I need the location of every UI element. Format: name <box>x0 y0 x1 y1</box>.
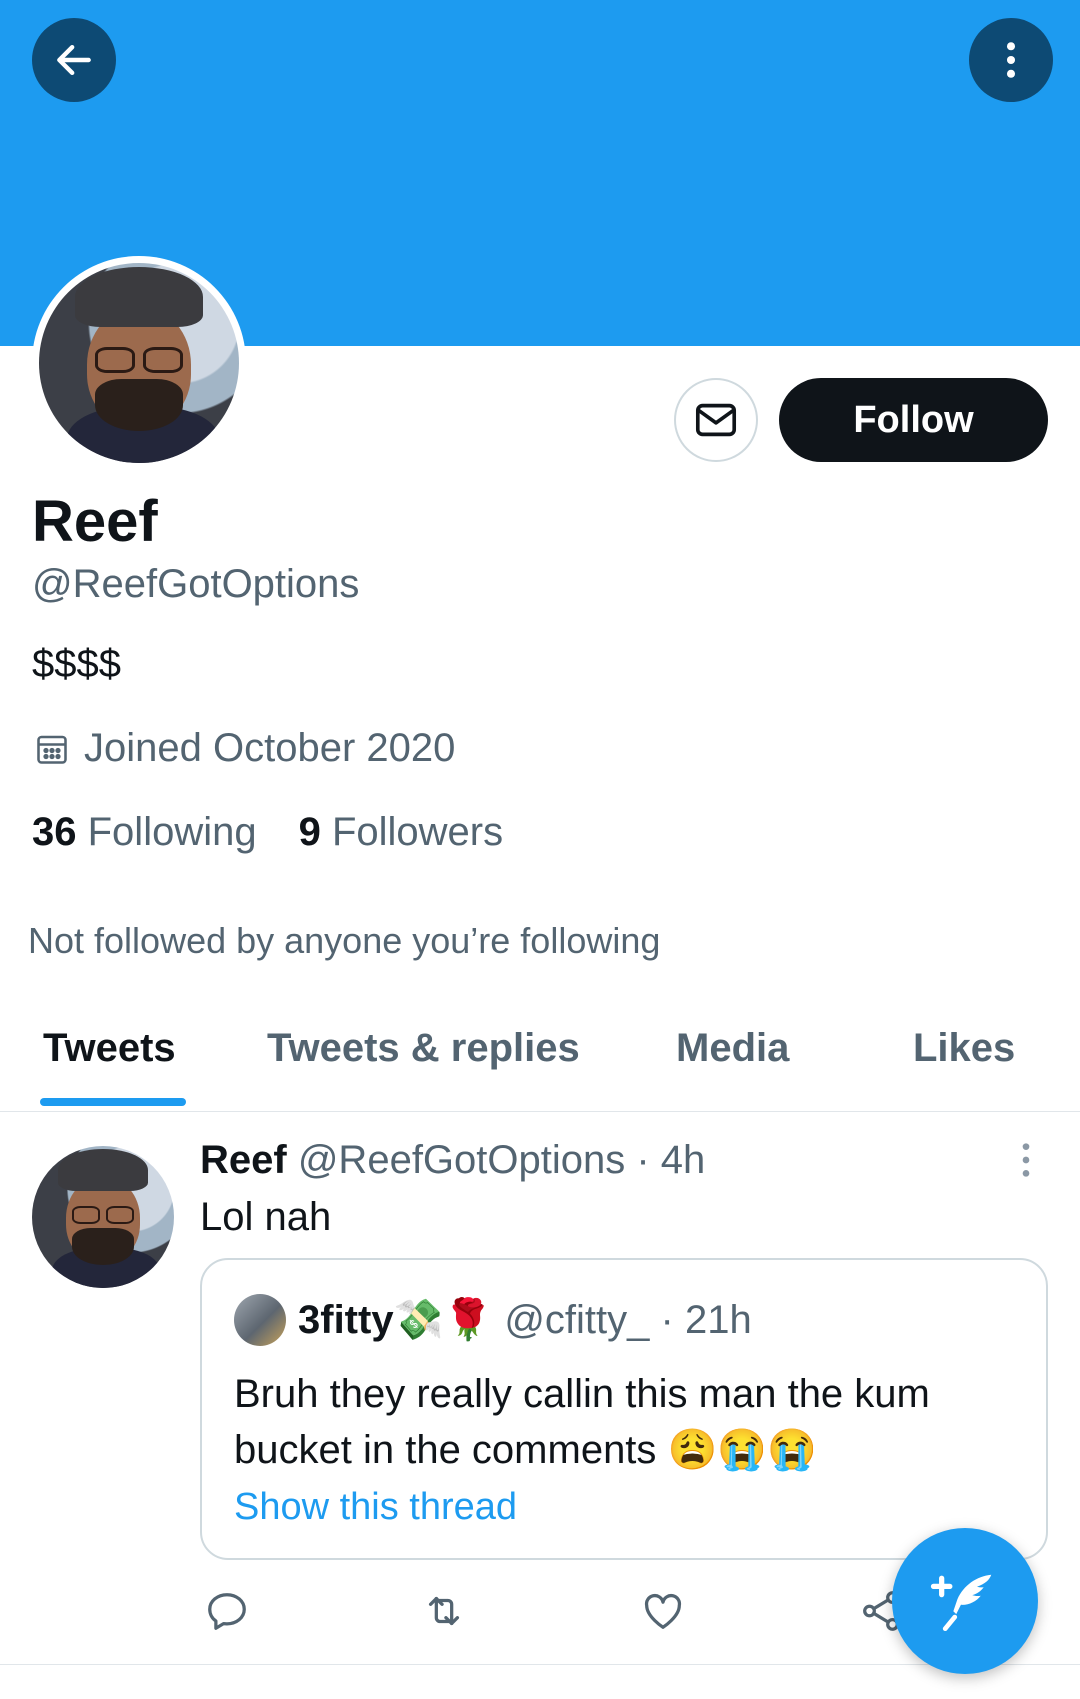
quoted-author-name: 3fitty💸🌹 <box>298 1298 494 1342</box>
tab-tweets-replies[interactable]: Tweets & replies <box>267 1026 580 1071</box>
profile-handle: @ReefGotOptions <box>32 562 360 606</box>
show-thread-link[interactable]: Show this thread <box>234 1486 517 1529</box>
divider <box>0 1664 1080 1665</box>
more-vertical-icon <box>1022 1143 1030 1177</box>
like-icon[interactable] <box>640 1588 686 1634</box>
tab-tweets[interactable]: Tweets <box>43 1026 176 1071</box>
tab-likes[interactable]: Likes <box>913 1026 1015 1071</box>
tweet-more-button[interactable] <box>1016 1140 1036 1185</box>
tweet-avatar[interactable] <box>32 1146 174 1288</box>
tweet-author-name[interactable]: Reef <box>200 1138 287 1182</box>
quoted-text: Bruh they really callin this man the kum… <box>234 1372 930 1472</box>
arrow-left-icon <box>57 44 91 76</box>
compose-feather-icon <box>930 1574 992 1632</box>
quoted-author-handle: @cfitty_ <box>504 1298 650 1342</box>
follow-button[interactable]: Follow <box>779 378 1048 462</box>
reply-icon[interactable] <box>204 1588 250 1634</box>
tweet-author-handle[interactable]: @ReefGotOptions <box>298 1138 625 1182</box>
following-count: 36 <box>32 810 77 854</box>
tweet-text: Lol nah <box>200 1195 332 1239</box>
followers-count: 9 <box>298 810 321 854</box>
message-button[interactable] <box>674 378 758 462</box>
quoted-header: 3fitty💸🌹 @cfitty_ · 21h <box>298 1296 752 1343</box>
quoted-tweet[interactable]: 3fitty💸🌹 @cfitty_ · 21h Bruh they really… <box>200 1258 1048 1560</box>
tweet-time[interactable]: · 4h <box>636 1138 705 1182</box>
tweet-header: Reef @ReefGotOptions · 4h <box>200 1138 705 1183</box>
following-label: Following <box>87 810 257 854</box>
quoted-time: · 21h <box>660 1298 752 1342</box>
retweet-icon[interactable] <box>420 1588 468 1634</box>
joined-label: Joined October 2020 <box>84 726 456 770</box>
compose-tweet-button[interactable] <box>892 1528 1038 1674</box>
profile-avatar[interactable] <box>32 256 246 470</box>
not-followed-notice: Not followed by anyone you’re following <box>28 920 661 961</box>
profile-name: Reef <box>32 489 158 554</box>
calendar-icon <box>37 735 67 764</box>
followers-link[interactable]: 9 Followers <box>299 810 504 855</box>
quoted-avatar <box>234 1294 286 1346</box>
followers-label: Followers <box>331 810 504 854</box>
active-tab-indicator <box>40 1098 186 1106</box>
envelope-icon <box>695 403 737 437</box>
profile-bio: $$$$ <box>32 642 121 686</box>
more-vertical-icon <box>1006 42 1016 78</box>
back-button[interactable] <box>32 18 116 102</box>
joined-date: Joined October 2020 <box>34 726 455 771</box>
tab-media[interactable]: Media <box>676 1026 789 1071</box>
profile-tabs: Tweets Tweets & replies Media Likes <box>0 1020 1080 1112</box>
following-link[interactable]: 36 Following <box>32 810 257 855</box>
more-options-button[interactable] <box>969 18 1053 102</box>
follow-stats: 36 Following 9 Followers <box>32 810 503 855</box>
